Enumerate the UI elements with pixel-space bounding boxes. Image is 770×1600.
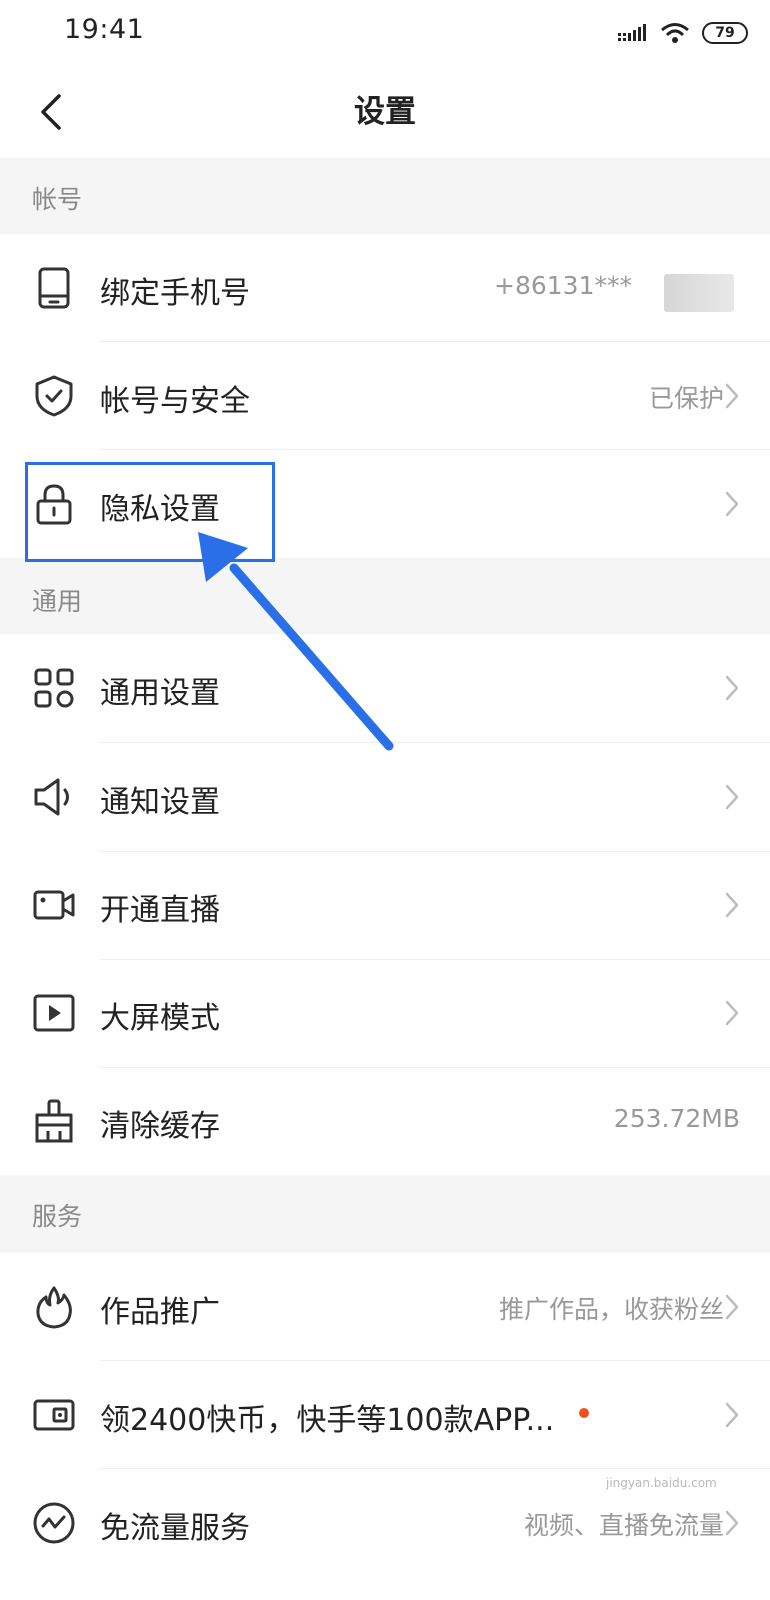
battery-indicator: 79: [702, 22, 748, 44]
status-bar: 19:41 79: [0, 0, 770, 66]
settings-row-notification[interactable]: 通知设置: [0, 743, 770, 851]
activity-icon: [33, 1502, 75, 1544]
grid-icon: [34, 668, 74, 708]
settings-row-live[interactable]: 开通直播: [0, 851, 770, 959]
row-label: 绑定手机号: [100, 276, 250, 311]
row-label: 通用设置: [100, 676, 220, 711]
new-badge-dot: [579, 1408, 589, 1418]
chevron-right-icon: [725, 892, 739, 918]
section-header-general: 通用: [0, 558, 770, 634]
status-time: 19:41: [64, 14, 145, 45]
signal-icon: [618, 24, 646, 41]
chevron-right-icon: [725, 1510, 739, 1536]
settings-row-coins[interactable]: 领2400快币，快手等100款APP...: [0, 1361, 770, 1469]
row-label: 免流量服务: [100, 1511, 250, 1546]
section-label: 通用: [32, 587, 83, 616]
highlight-box: [25, 462, 275, 562]
settings-row-big-screen[interactable]: 大屏模式: [0, 959, 770, 1067]
row-label: 大屏模式: [100, 1001, 220, 1036]
wallet-icon: [33, 1399, 75, 1431]
broom-icon: [35, 1099, 73, 1143]
chevron-right-icon: [725, 1000, 739, 1026]
chevron-right-icon: [725, 383, 739, 409]
chevron-right-icon: [725, 1294, 739, 1320]
chevron-right-icon: [725, 491, 739, 517]
row-value: 推广作品，收获粉丝: [498, 1295, 724, 1324]
section-header-account: 帐号: [0, 158, 770, 234]
settings-row-general-settings[interactable]: 通用设置: [0, 634, 770, 742]
settings-row-clear-cache[interactable]: 清除缓存 253.72MB: [0, 1067, 770, 1175]
row-value: 已保护: [648, 384, 724, 413]
settings-row-bind-phone[interactable]: 绑定手机号 +86131***: [0, 234, 770, 342]
row-value: 253.72MB: [613, 1104, 740, 1133]
row-label: 清除缓存: [100, 1109, 220, 1144]
phone-icon: [38, 267, 70, 309]
row-value: 视频、直播免流量: [523, 1511, 724, 1540]
redacted-block: [664, 274, 734, 312]
row-label: 领2400快币，快手等100款APP...: [100, 1403, 555, 1438]
page-title: 设置: [354, 94, 416, 130]
row-label: 通知设置: [100, 785, 220, 820]
settings-row-promote[interactable]: 作品推广 推广作品，收获粉丝: [0, 1253, 770, 1361]
chevron-right-icon: [725, 784, 739, 810]
row-value: +86131***: [494, 271, 632, 300]
section-label: 服务: [32, 1202, 83, 1231]
section-header-services: 服务: [0, 1175, 770, 1253]
status-icons: 79: [618, 18, 748, 48]
flame-icon: [36, 1286, 72, 1329]
video-camera-icon: [33, 890, 75, 920]
settings-row-account-security[interactable]: 帐号与安全 已保护: [0, 342, 770, 450]
play-icon: [33, 994, 75, 1032]
row-label: 帐号与安全: [100, 384, 250, 419]
speaker-icon: [34, 778, 69, 816]
section-label: 帐号: [32, 185, 83, 214]
row-label: 作品推广: [100, 1295, 220, 1330]
chevron-right-icon: [725, 1402, 739, 1428]
row-label: 开通直播: [100, 893, 220, 928]
chevron-right-icon: [725, 675, 739, 701]
shield-icon: [35, 375, 73, 417]
wifi-icon: [661, 23, 689, 43]
watermark: jingyan.baidu.com: [606, 1476, 717, 1490]
nav-bar: 设置: [0, 66, 770, 158]
